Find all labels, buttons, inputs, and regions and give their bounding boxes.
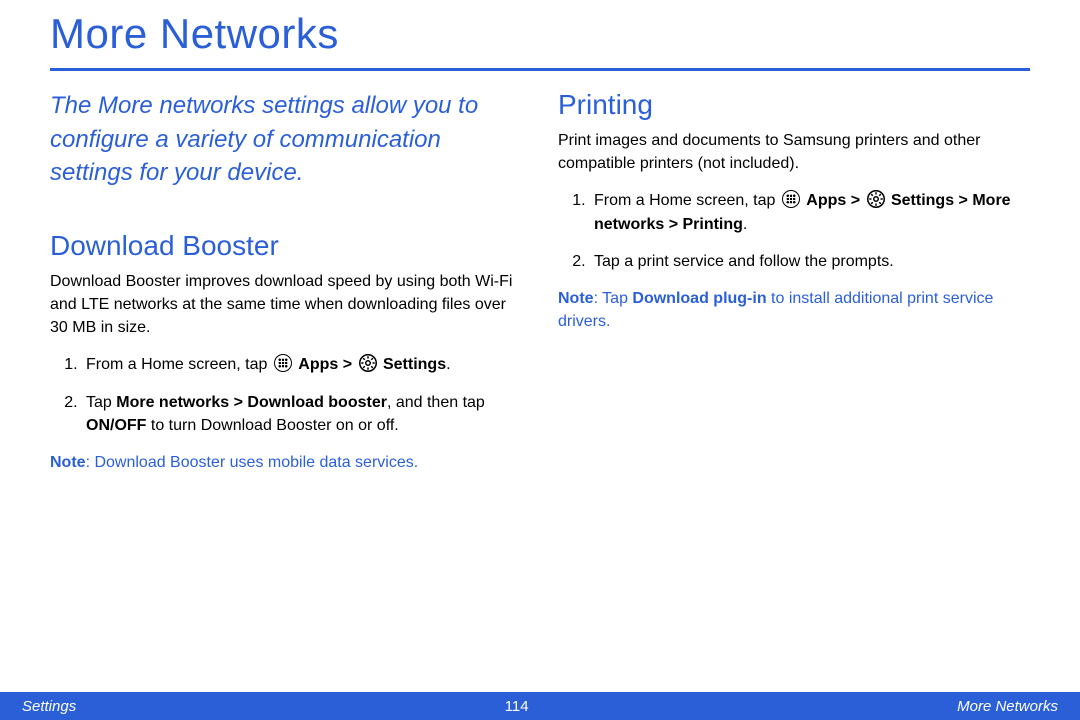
footer-left: Settings bbox=[22, 698, 76, 715]
print-step-2: Tap a print service and follow the promp… bbox=[590, 250, 1030, 273]
step-1-apps: Apps > bbox=[298, 356, 356, 373]
download-booster-desc: Download Booster improves download speed… bbox=[50, 270, 522, 340]
left-column: The More networks settings allow you to … bbox=[50, 89, 522, 474]
manual-page: More Networks The More networks settings… bbox=[0, 0, 1080, 720]
note-body: : Download Booster uses mobile data serv… bbox=[86, 454, 419, 471]
p-note-label: Note bbox=[558, 290, 594, 307]
download-booster-heading: Download Booster bbox=[50, 230, 522, 262]
right-column: Printing Print images and documents to S… bbox=[558, 89, 1030, 474]
step-1-settings: Settings bbox=[383, 356, 446, 373]
print-step-1: From a Home screen, tap Apps > Settings … bbox=[590, 189, 1030, 235]
download-booster-note: Note: Download Booster uses mobile data … bbox=[50, 451, 522, 474]
step-2-e: to turn Download Booster on or off. bbox=[146, 417, 398, 434]
step-2-c: , and then tap bbox=[387, 394, 485, 411]
p-step-1-apps: Apps > bbox=[806, 192, 864, 209]
apps-icon bbox=[782, 190, 800, 208]
settings-icon bbox=[359, 354, 377, 372]
step-2-a: Tap bbox=[86, 394, 116, 411]
p-step-2: Tap a print service and follow the promp… bbox=[594, 253, 894, 270]
step-1: From a Home screen, tap Apps > Settings. bbox=[82, 353, 522, 376]
p-step-1-period: . bbox=[743, 216, 747, 233]
printing-heading: Printing bbox=[558, 89, 1030, 121]
note-label: Note bbox=[50, 454, 86, 471]
printing-note: Note: Tap Download plug-in to install ad… bbox=[558, 287, 1030, 333]
printing-desc: Print images and documents to Samsung pr… bbox=[558, 129, 1030, 175]
footer-right: More Networks bbox=[957, 698, 1058, 715]
step-2-b: More networks > Download booster bbox=[116, 394, 387, 411]
step-2-d: ON/OFF bbox=[86, 417, 146, 434]
settings-icon bbox=[867, 190, 885, 208]
footer-page-number: 114 bbox=[505, 698, 529, 715]
page-title: More Networks bbox=[50, 10, 1030, 64]
download-booster-steps: From a Home screen, tap Apps > Settings.… bbox=[50, 353, 522, 437]
apps-icon bbox=[274, 354, 292, 372]
p-note-b: Download plug-in bbox=[632, 290, 766, 307]
step-1-text-a: From a Home screen, tap bbox=[86, 356, 272, 373]
step-1-period: . bbox=[446, 356, 450, 373]
step-2: Tap More networks > Download booster, an… bbox=[82, 391, 522, 437]
p-step-1-a: From a Home screen, tap bbox=[594, 192, 780, 209]
two-column-layout: The More networks settings allow you to … bbox=[50, 89, 1030, 474]
title-rule bbox=[50, 68, 1030, 71]
intro-text: The More networks settings allow you to … bbox=[50, 89, 522, 190]
printing-steps: From a Home screen, tap Apps > Settings … bbox=[558, 189, 1030, 273]
p-note-a: : Tap bbox=[594, 290, 633, 307]
page-footer: Settings 114 More Networks bbox=[0, 692, 1080, 720]
